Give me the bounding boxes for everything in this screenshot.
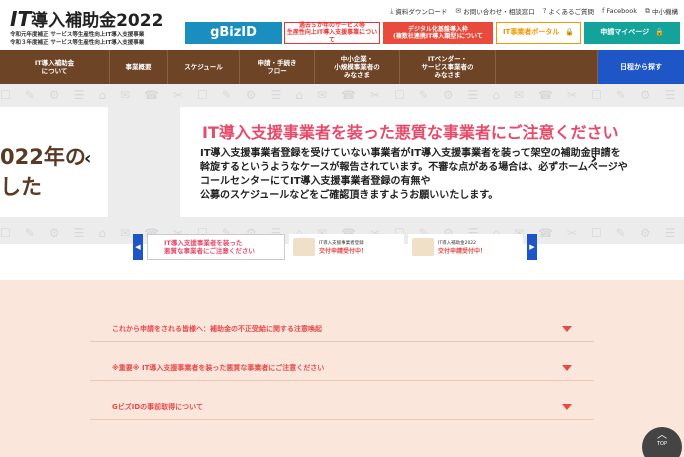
notice-item-label: これから申請をされる皆様へ：補助金の不正受給に関する注意喚起 xyxy=(112,324,322,333)
thumb-illustration xyxy=(293,238,315,256)
hero-title: IT導入支援事業者を装った悪質な事業者にご注意ください xyxy=(202,123,619,142)
past-projects-button[interactable]: 過去５か年のサービス等 生産性向上IT導入支援事業について xyxy=(284,22,380,44)
external-icon: ⧉ xyxy=(645,6,650,15)
thumb-vendor-text: IT導入支援事業者登録 交付申請受付中！ xyxy=(319,240,367,255)
top-links: ⤓ 資料ダウンロード ✉ お問い合わせ・相談窓口 ? よくあるご質問 f Faceboo… xyxy=(390,6,678,17)
thumb-vendor-label: 交付申請受付中！ xyxy=(319,247,368,255)
facebook-link[interactable]: f Facebook xyxy=(602,6,637,16)
caret-down-icon xyxy=(562,403,572,410)
pattern-top: ☐✎⚙☰⌂✉☎✂☐✎⚙☰⌂✉☎✂☐✎⚙☰⌂✉☎✂☐✎⚙☰ xyxy=(0,88,684,102)
digital-base-button[interactable]: デジタル化基盤導入枠 (複数社連携IT導入類型)について xyxy=(383,22,493,44)
thumb-warning[interactable]: IT導入支援事業者を装った 悪質な事業者にご注意ください xyxy=(147,234,285,260)
carousel-thumbnails: ◀ IT導入支援事業者を装った 悪質な事業者にご注意ください IT導入支援事業者… xyxy=(133,234,537,260)
logo-subtitle-2: 令和３年度補正 サービス等生産性向上IT導入支援事業 xyxy=(10,40,145,46)
notice-item-malicious-vendors[interactable]: ※重要※ IT導入支援事業者を装った悪質な事業者にご注意ください xyxy=(90,355,594,381)
nav-schedule[interactable]: スケジュール xyxy=(168,50,240,84)
hero-body-line-2: 斡旋するというようなケースが報告されています。不審な点がある場合は、必ずホームペ… xyxy=(200,162,628,173)
notice-item-label: ※重要※ IT導入支援事業者を装った悪質な事業者にご注意ください xyxy=(112,363,325,372)
site-logo[interactable]: IT導入補助金2022 令和元年度補正 サービス等生産性向上IT導入支援事業 令… xyxy=(10,6,170,47)
nav-application-flow[interactable]: 申請・手続き フロー xyxy=(240,50,315,84)
nav-vendors[interactable]: ITベンダー・ サービス事業者の みなさま xyxy=(400,50,496,84)
hero-body-line-4: 公募のスケジュールなどをご確認頂きますようお願いいたします。 xyxy=(200,190,499,201)
lock-icon: 🔒 xyxy=(655,28,664,37)
question-icon: ? xyxy=(542,7,547,15)
logo-it: IT xyxy=(10,7,32,31)
facebook-link-label: Facebook xyxy=(606,7,637,15)
facebook-icon: f xyxy=(601,7,605,15)
gbizid-button[interactable]: gBizID xyxy=(185,22,282,44)
contact-link[interactable]: ✉ お問い合わせ・相談窓口 xyxy=(455,6,534,16)
faq-link[interactable]: ? よくあるご質問 xyxy=(543,6,594,16)
logo-title: IT導入補助金2022 xyxy=(10,6,170,31)
applicant-mypage-label: 申請マイページ xyxy=(600,28,650,37)
back-to-top-label: TOP xyxy=(656,441,667,447)
logo-title-text: 導入補助金2022 xyxy=(31,11,164,31)
thumb-grant-application[interactable]: IT導入補助金2022 交付申請受付中！ xyxy=(408,234,523,260)
caret-down-icon xyxy=(562,364,572,371)
nav-sme[interactable]: 中小企業・ 小規模事業者の みなさま xyxy=(315,50,400,84)
notice-item-fraud[interactable]: これから申請をされる皆様へ：補助金の不正受給に関する注意喚起 xyxy=(90,316,594,342)
smrj-link[interactable]: ⧉ 中小機構 xyxy=(645,6,678,17)
lock-icon: 🔒 xyxy=(565,28,575,37)
contact-link-label: お問い合わせ・相談窓口 xyxy=(463,8,535,16)
nav-search-by-date[interactable]: 日程から探す xyxy=(598,50,684,84)
thumb-illustration xyxy=(412,238,434,256)
download-icon: ⤓ xyxy=(390,6,394,15)
nav-about[interactable]: IT導入補助金 について xyxy=(0,50,110,84)
logo-subtitle-1: 令和元年度補正 サービス等生産性向上IT導入支援事業 xyxy=(10,32,145,38)
carousel-next-arrow[interactable]: › xyxy=(590,148,597,169)
nav-spacer xyxy=(496,50,598,84)
hero-body: IT導入支援事業者登録を受けていない事業者がIT導入支援事業者を装って架空の補助… xyxy=(200,147,628,203)
hero-body-line-3: コールセンターにてIT導入支援事業者登録の有無や xyxy=(200,176,431,187)
hero-previous-text: 022年のした xyxy=(0,142,86,202)
mail-icon: ✉ xyxy=(455,7,462,15)
thumb-grant-label: 交付申請受付中！ xyxy=(438,247,487,255)
thumb-next-arrow[interactable]: ▶ xyxy=(527,234,537,260)
vendor-portal-button[interactable]: IT事業者ポータル 🔒 xyxy=(496,22,581,44)
main-nav: IT導入補助金 について 事業概要 スケジュール 申請・手続き フロー 中小企業… xyxy=(0,50,684,84)
nav-overview[interactable]: 事業概要 xyxy=(110,50,168,84)
hero-slide-previous[interactable]: 022年のした xyxy=(0,107,108,217)
notice-item-gbizid[interactable]: GビズIDの事前取得について xyxy=(90,394,594,420)
faq-link-label: よくあるご質問 xyxy=(548,8,594,16)
smrj-link-label: 中小機構 xyxy=(652,8,678,16)
hero-slide-current[interactable]: IT導入支援事業者を装った悪質な事業者にご注意ください IT導入支援事業者登録を… xyxy=(180,107,684,217)
chevron-up-icon: ︿ xyxy=(657,430,667,441)
vendor-portal-label: IT事業者ポータル xyxy=(502,28,560,37)
hero-previous-line-2: した xyxy=(0,175,42,199)
carousel-prev-arrow[interactable]: ‹ xyxy=(84,148,91,169)
thumb-vendor-registration[interactable]: IT導入支援事業者登録 交付申請受付中！ xyxy=(289,234,404,260)
download-link[interactable]: ⤓ 資料ダウンロード xyxy=(390,6,448,17)
hero-previous-line-1: 022年の xyxy=(0,145,86,169)
thumb-grant-text: IT導入補助金2022 交付申請受付中！ xyxy=(438,240,486,255)
download-link-label: 資料ダウンロード xyxy=(395,8,448,16)
thumb-prev-arrow[interactable]: ◀ xyxy=(133,234,143,260)
applicant-mypage-button[interactable]: 申請マイページ 🔒 xyxy=(584,22,680,44)
notice-item-label: GビズIDの事前取得について xyxy=(112,402,203,411)
caret-down-icon xyxy=(562,325,572,332)
hero-body-line-1: IT導入支援事業者登録を受けていない事業者がIT導入支援事業者を装って架空の補助… xyxy=(200,148,621,159)
thumb-vendor-top: IT導入支援事業者登録 xyxy=(319,240,364,246)
